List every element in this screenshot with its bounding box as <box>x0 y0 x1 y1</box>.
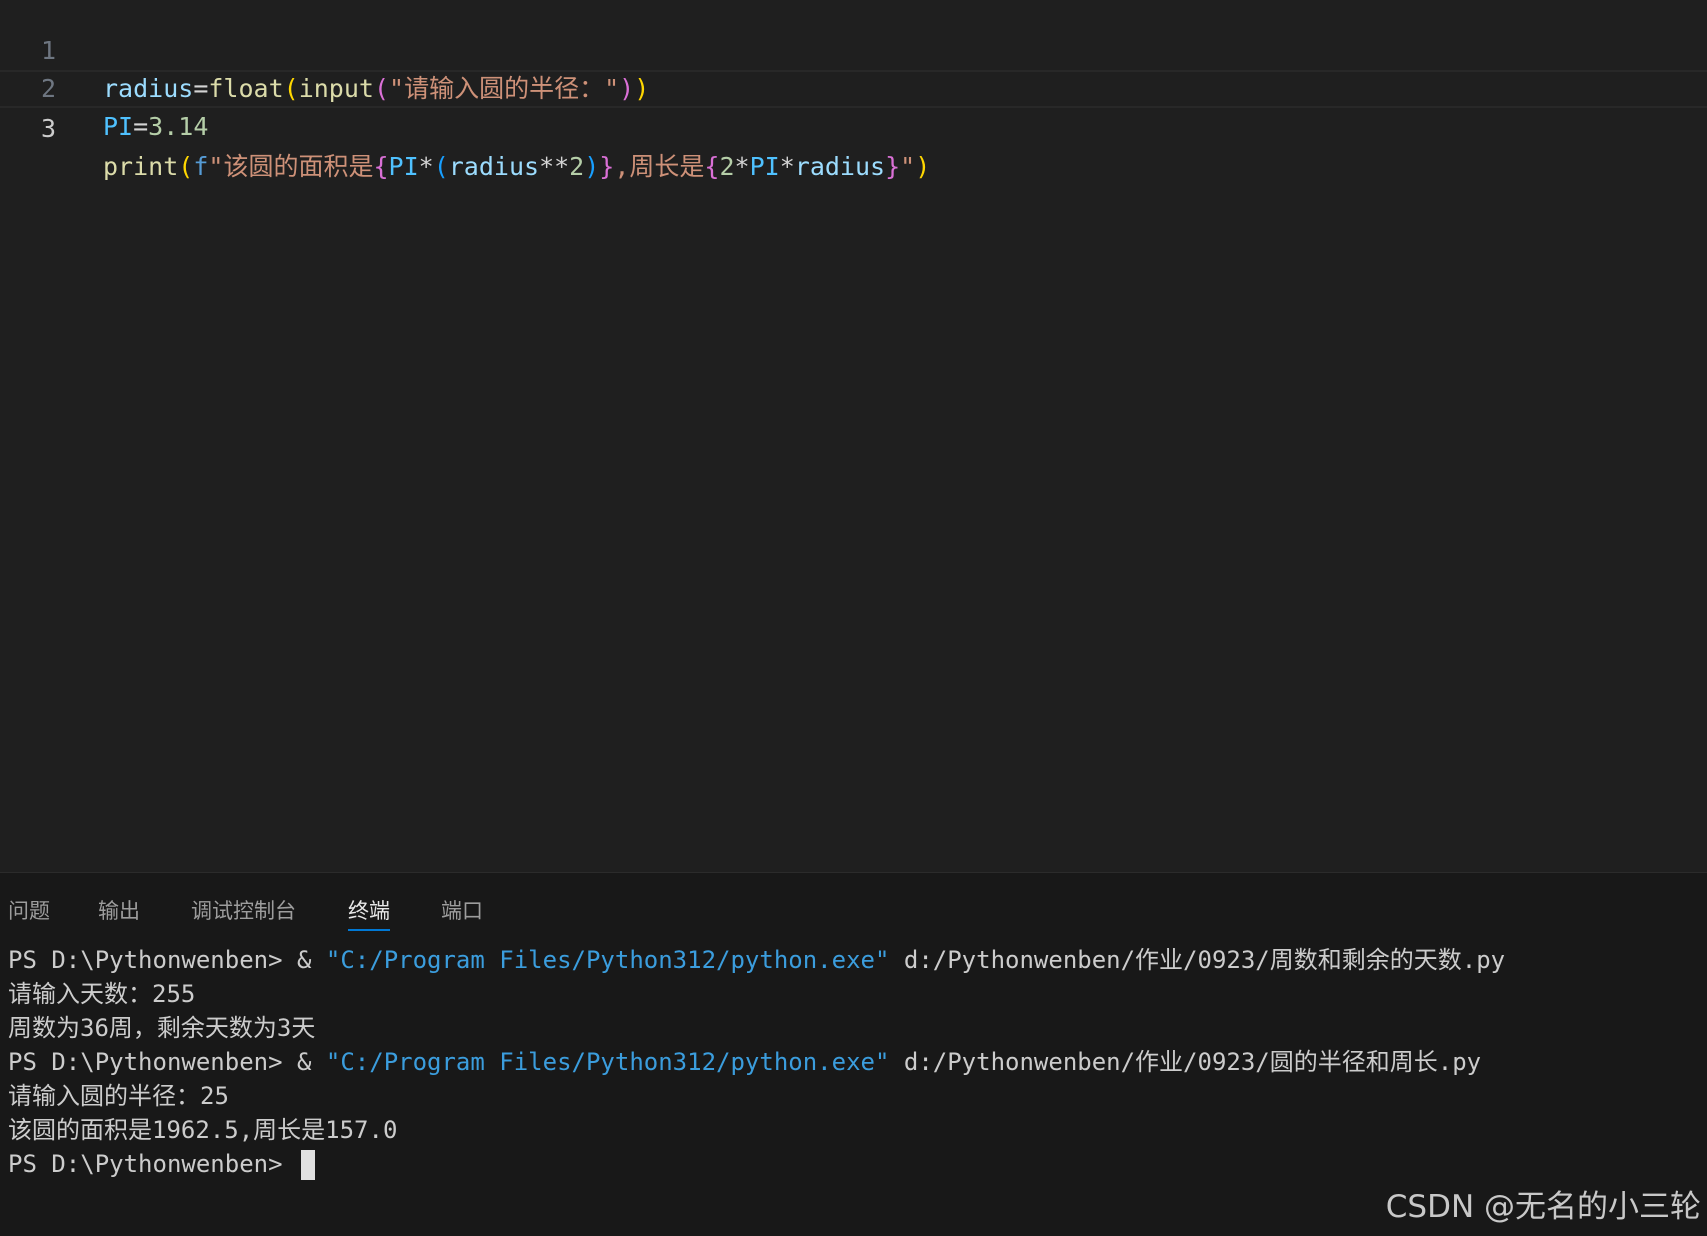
code-token: * <box>418 152 434 181</box>
code-token: { <box>704 152 720 181</box>
code-token: ( <box>178 152 194 181</box>
terminal-command-line: PS D:\Pythonwenben> & "C:/Program Files/… <box>8 943 1505 977</box>
terminal-exe-path: "C:/Program Files/Python312/python.exe" <box>325 946 890 974</box>
terminal-output-line: 请输入圆的半径：25 <box>8 1082 229 1110</box>
terminal-prompt: PS D:\Pythonwenben> & <box>8 1048 326 1076</box>
code-line-1[interactable]: 1 radius=float(input("请输入圆的半径：")) <box>0 0 1707 103</box>
code-token: radius <box>794 152 886 181</box>
terminal-prompt: PS D:\Pythonwenben> & <box>8 946 326 974</box>
watermark: CSDN @无名的小三轮 <box>1385 1189 1701 1225</box>
code-token: f <box>193 152 209 181</box>
code-token: } <box>885 152 901 181</box>
tab-output[interactable]: 输出 <box>98 895 140 929</box>
terminal-prompt: PS D:\Pythonwenben> <box>8 1150 297 1178</box>
code-token: " <box>900 152 916 181</box>
terminal-script-path: d:/Pythonwenben/作业/0923/圆的半径和周长.py <box>889 1048 1482 1076</box>
code-token: { <box>373 152 389 181</box>
terminal-output-line: 请输入天数：255 <box>8 980 196 1008</box>
code-line-3[interactable]: 3 print(f"该圆的面积是{PI*(radius**2)},周长是{2*P… <box>0 70 1707 181</box>
code-token: PI <box>388 152 419 181</box>
code-token: * <box>734 152 750 181</box>
tab-debug-console[interactable]: 调试控制台 <box>191 895 296 929</box>
terminal[interactable]: PS D:\Pythonwenben> & "C:/Program Files/… <box>8 943 1505 1181</box>
code-token: PI <box>749 152 780 181</box>
code-token: 2 <box>569 152 585 181</box>
tab-problems[interactable]: 问题 <box>8 895 50 929</box>
code-token: ( <box>433 152 449 181</box>
code-token: ** <box>539 152 570 181</box>
terminal-output-line: 周数为36周，剩余天数为3天 <box>8 1014 316 1042</box>
terminal-input-line[interactable]: PS D:\Pythonwenben> <box>8 1147 1505 1181</box>
code-token: } <box>599 152 615 181</box>
code-token: "该圆的面积是 <box>208 152 374 181</box>
terminal-script-path: d:/Pythonwenben/作业/0923/周数和剩余的天数.py <box>889 946 1506 974</box>
code-token: 2 <box>719 152 735 181</box>
code-editor[interactable]: 1 radius=float(input("请输入圆的半径：")) 2 PI=3… <box>0 0 1707 872</box>
code-token: PI <box>103 112 134 141</box>
tab-terminal[interactable]: 终端 <box>348 895 390 931</box>
terminal-exe-path: "C:/Program Files/Python312/python.exe" <box>325 1048 890 1076</box>
code-token: ) <box>915 152 931 181</box>
code-token: ) <box>584 152 600 181</box>
terminal-command-line: PS D:\Pythonwenben> & "C:/Program Files/… <box>8 1045 1505 1079</box>
bottom-panel: 问题 输出 调试控制台 终端 端口 PS D:\Pythonwenben> & … <box>0 872 1707 1236</box>
code-token: radius <box>448 152 540 181</box>
code-line-2[interactable]: 2 PI=3.14 <box>0 32 1707 141</box>
panel-tabs: 问题 输出 调试控制台 终端 端口 <box>0 873 1707 935</box>
code-token: print <box>103 152 179 181</box>
code-token: ,周长是 <box>614 152 705 181</box>
terminal-cursor <box>300 1150 315 1180</box>
code-token: 3.14 <box>148 112 209 141</box>
code-token: = <box>133 112 149 141</box>
line-number: 3 <box>40 114 56 143</box>
code-token: * <box>779 152 795 181</box>
terminal-output-line: 该圆的面积是1962.5,周长是157.0 <box>8 1116 398 1144</box>
code-text[interactable]: print(f"该圆的面积是{PI*(radius**2)},周长是{2*PI*… <box>103 148 930 186</box>
tab-ports[interactable]: 端口 <box>441 895 483 929</box>
code-text[interactable]: PI=3.14 <box>103 108 208 146</box>
